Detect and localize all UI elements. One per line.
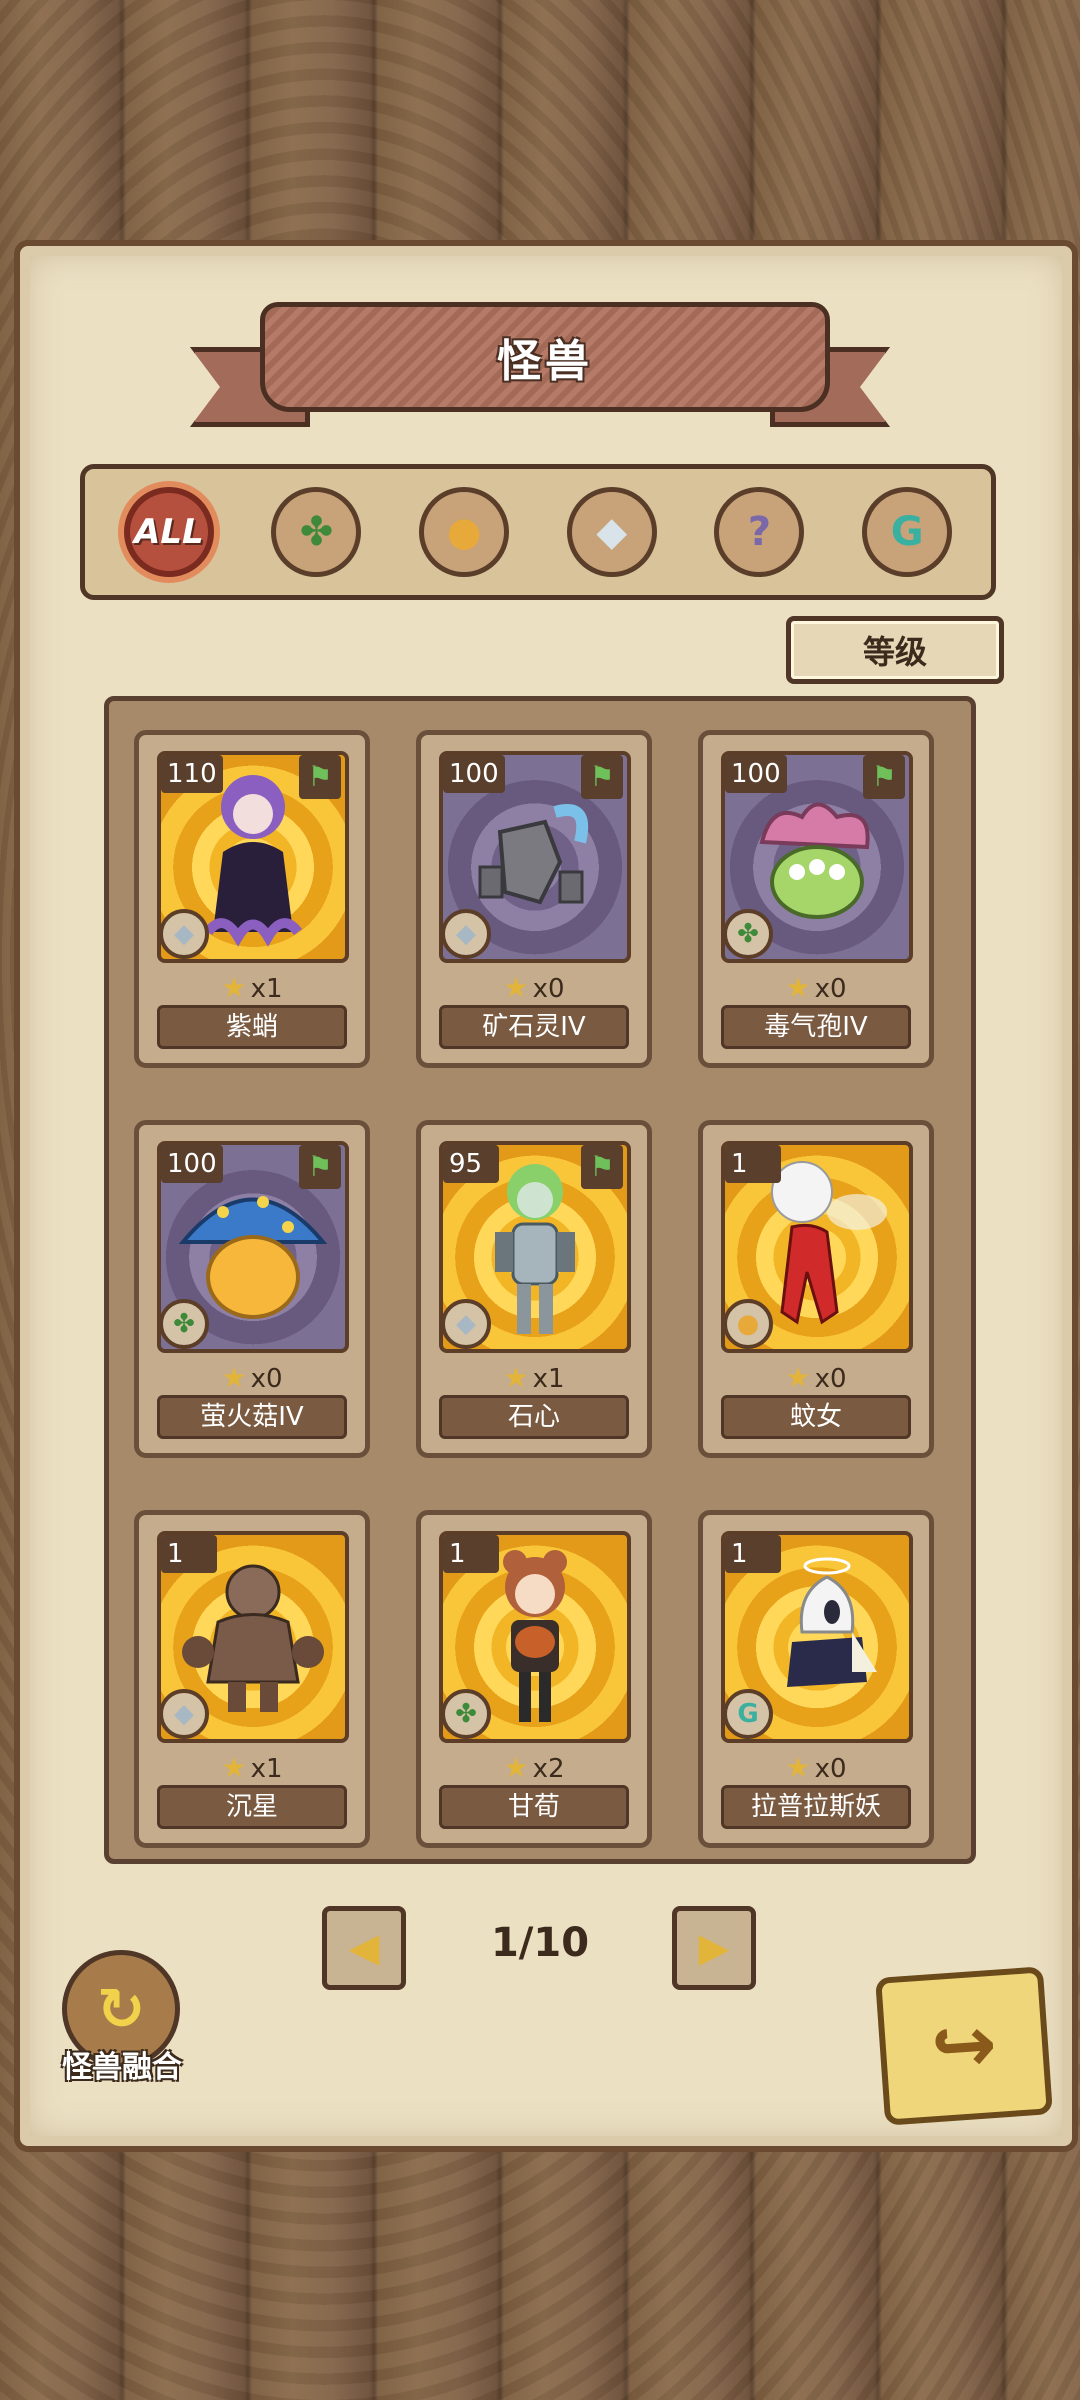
monster-card[interactable]: 1 ✤ ★ x2 甘荀 [416,1510,652,1848]
fusion-label: 怪兽融合 [62,2050,182,2085]
monster-level: 110 [161,755,223,793]
filter-all-button[interactable]: ALL [123,487,214,577]
monster-name: 拉普拉斯妖 [721,1785,911,1829]
monster-level: 1 [725,1145,781,1183]
paw-icon: ● [446,509,482,555]
spiral-icon: G [723,1689,773,1739]
question-icon: ? [747,509,772,555]
crystal-icon: ◆ [441,1299,491,1349]
flag-icon: ⚑ [299,755,341,799]
banner-body: 怪兽 [260,302,830,412]
monster-spore-art [759,802,870,919]
monster-card[interactable]: 1 ◆ ★ x1 沉星 [134,1510,370,1848]
back-button[interactable]: ↪ [875,1966,1053,2126]
monster-card[interactable]: 100 ⚑ ✤ ★ x0 毒气孢IV [698,730,934,1068]
filter-bar: ALL ✤ ● ◆ ? G [80,464,996,600]
monster-name: 毒气孢IV [721,1005,911,1049]
monster-level: 100 [161,1145,223,1183]
monster-level: 100 [443,755,505,793]
star-icon: ★ [221,1751,247,1784]
monster-count: ★ x0 [703,1751,929,1784]
monster-card[interactable]: 1 ● ★ x0 蚊女 [698,1120,934,1458]
filter-spiral-button[interactable]: G [862,487,953,577]
monster-count-value: x0 [250,1364,283,1394]
monster-card[interactable]: 95 ⚑ ◆ ★ x1 石心 [416,1120,652,1458]
star-icon: ★ [785,971,811,1004]
star-icon: ★ [221,971,247,1004]
page-title: 怪兽 [497,336,593,387]
filter-crystal-button[interactable]: ◆ [566,487,657,577]
page-indicator: 1/10 [490,1920,590,1966]
monster-count-value: x1 [250,1754,283,1784]
crystal-icon: ◆ [441,909,491,959]
monster-card[interactable]: 100 ⚑ ◆ ★ x0 矿石灵IV [416,730,652,1068]
monster-count: ★ x0 [139,1361,365,1394]
spiral-icon: G [890,509,924,555]
monster-level: 1 [725,1535,781,1573]
monster-count: ★ x2 [421,1751,647,1784]
leaf-icon: ✤ [723,909,773,959]
monster-name: 紫蛸 [157,1005,347,1049]
monster-name: 甘荀 [439,1785,629,1829]
monster-count: ★ x1 [139,971,365,1004]
monster-name: 蚊女 [721,1395,911,1439]
monster-count-value: x0 [814,1364,847,1394]
monster-fusion-button[interactable]: ↻ 怪兽融合 [52,1950,192,2090]
monster-count-value: x0 [814,1754,847,1784]
monster-card[interactable]: 100 ⚑ ✤ ★ x0 萤火菇IV [134,1120,370,1458]
monster-count-value: x0 [814,974,847,1004]
flag-icon: ⚑ [863,755,905,799]
monster-count: ★ x0 [703,1361,929,1394]
monster-name: 萤火菇IV [157,1395,347,1439]
filter-leaf-button[interactable]: ✤ [271,487,362,577]
monster-laplace-demon-art [787,1557,877,1687]
monster-count: ★ x0 [421,971,647,1004]
leaf-icon: ✤ [299,509,334,555]
leaf-icon: ✤ [441,1689,491,1739]
star-icon: ★ [503,1361,529,1394]
monster-card[interactable]: 110 ⚑ ◆ ★ x1 紫蛸 [134,730,370,1068]
chevron-left-icon: ◀ [348,1925,380,1971]
monster-count-value: x1 [532,1364,565,1394]
monster-count-value: x0 [532,974,565,1004]
monster-count: ★ x1 [421,1361,647,1394]
prev-page-button[interactable]: ◀ [322,1906,406,1990]
star-icon: ★ [221,1361,247,1394]
monster-card[interactable]: 1 G ★ x0 拉普拉斯妖 [698,1510,934,1848]
monster-level: 1 [443,1535,499,1573]
star-icon: ★ [785,1361,811,1394]
star-icon: ★ [503,971,529,1004]
filter-paw-button[interactable]: ● [419,487,510,577]
monster-count-value: x1 [250,974,283,1004]
monster-name: 矿石灵IV [439,1005,629,1049]
next-page-button[interactable]: ▶ [672,1906,756,1990]
crystal-icon: ◆ [596,509,628,555]
monster-level: 1 [161,1535,217,1573]
monster-count: ★ x0 [703,971,929,1004]
monster-level: 95 [443,1145,499,1183]
flag-icon: ⚑ [581,755,623,799]
leaf-icon: ✤ [159,1299,209,1349]
crystal-icon: ◆ [159,909,209,959]
star-icon: ★ [785,1751,811,1784]
monster-count: ★ x1 [139,1751,365,1784]
monster-name: 石心 [439,1395,629,1439]
return-arrow-icon: ↪ [928,1998,1000,2094]
paw-icon: ● [723,1299,773,1349]
monster-level: 100 [725,755,787,793]
flag-icon: ⚑ [581,1145,623,1189]
flag-icon: ⚑ [299,1145,341,1189]
star-icon: ★ [503,1751,529,1784]
filter-all-label: ALL [134,512,204,552]
sort-level-button[interactable]: 等级 [786,616,1004,684]
monster-ore-art [478,804,589,905]
chevron-right-icon: ▶ [698,1925,730,1971]
filter-question-button[interactable]: ? [714,487,805,577]
crystal-icon: ◆ [159,1689,209,1739]
title-banner: 怪兽 [190,292,890,427]
monster-count-value: x2 [532,1754,565,1784]
monster-name: 沉星 [157,1785,347,1829]
